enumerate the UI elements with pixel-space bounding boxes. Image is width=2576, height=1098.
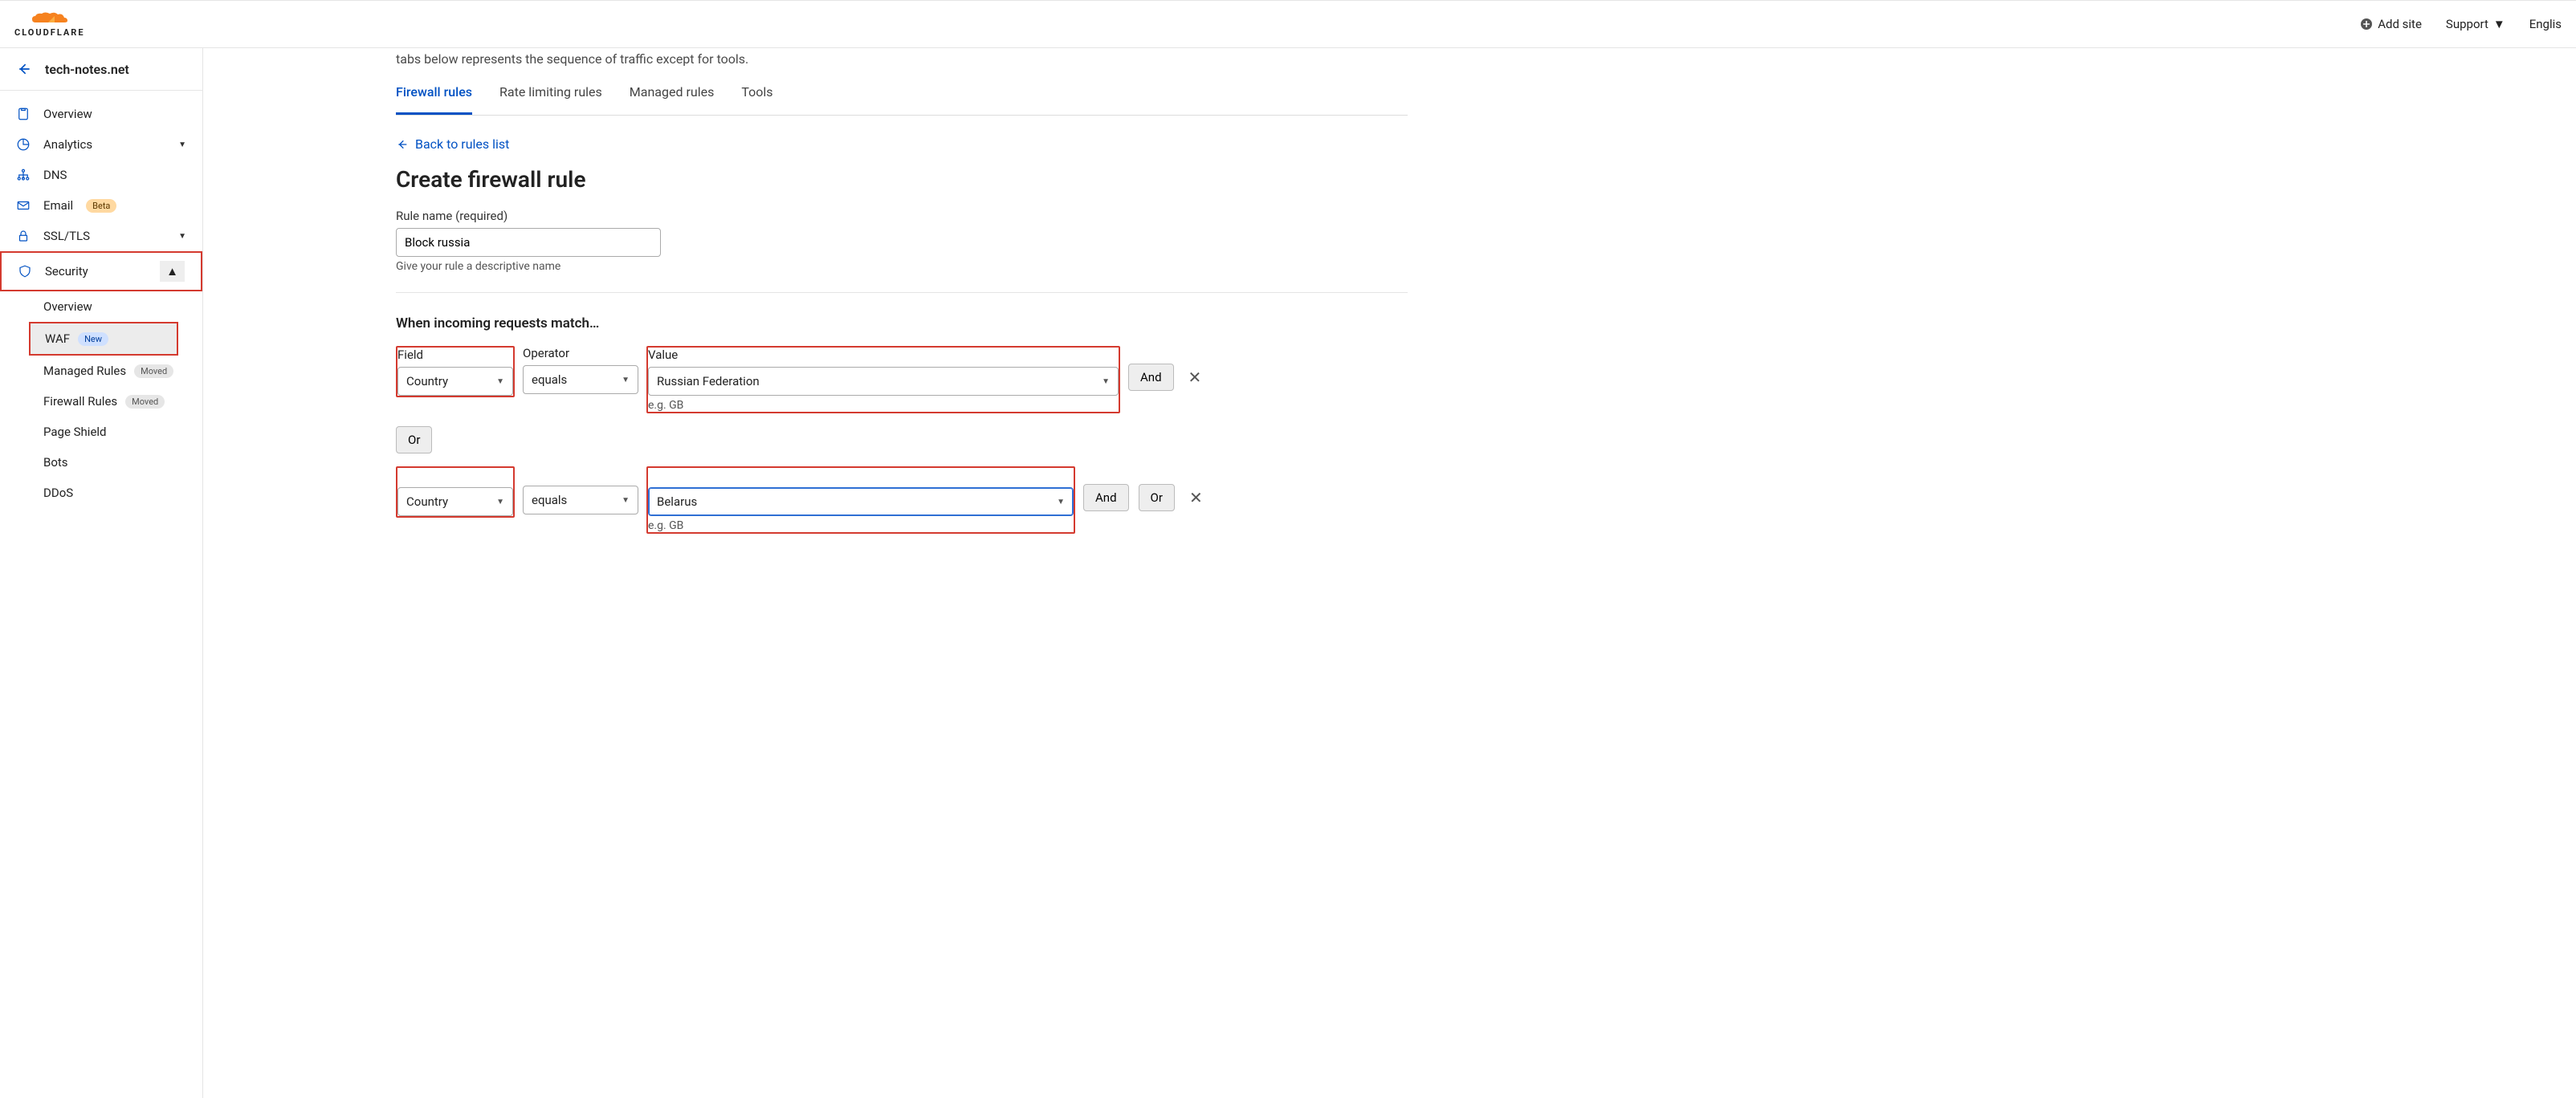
sidebar-item-label: Security bbox=[45, 264, 88, 279]
subnav-managed-rules[interactable]: Managed Rules Moved bbox=[29, 356, 202, 386]
operator-select[interactable]: equals▼ bbox=[523, 486, 638, 514]
support-link[interactable]: Support ▼ bbox=[2446, 17, 2505, 31]
caret-down-icon: ▼ bbox=[496, 498, 504, 506]
security-subnav: Overview WAF New Managed Rules Moved Fir… bbox=[0, 291, 202, 508]
value-column-label: Value bbox=[648, 348, 1119, 364]
chevron-up-icon: ▲ bbox=[160, 261, 185, 282]
or-button[interactable]: Or bbox=[1139, 484, 1175, 511]
sidebar-item-label: DNS bbox=[43, 168, 67, 182]
condition-row: Country▼ equals▼ Belarus▼ e.g. GB bbox=[396, 466, 1408, 534]
cloud-icon bbox=[31, 11, 69, 26]
sidebar-item-analytics[interactable]: Analytics ▼ bbox=[0, 129, 202, 160]
caret-down-icon: ▼ bbox=[1102, 377, 1110, 386]
value-select[interactable]: Russian Federation▼ bbox=[648, 367, 1119, 396]
arrow-left-icon bbox=[396, 138, 409, 151]
field-column-label: Field bbox=[397, 348, 513, 364]
chevron-down-icon: ▼ bbox=[178, 232, 186, 241]
page-title: Create firewall rule bbox=[396, 166, 1408, 193]
field-select[interactable]: Country▼ bbox=[397, 487, 513, 516]
rule-name-hint: Give your rule a descriptive name bbox=[396, 260, 1408, 273]
caret-down-icon: ▼ bbox=[622, 496, 630, 505]
sidebar-item-label: Overview bbox=[43, 107, 92, 121]
topbar: CLOUDFLARE Add site Support ▼ Englis bbox=[0, 0, 2576, 48]
brand-logo[interactable]: CLOUDFLARE bbox=[14, 11, 85, 38]
sidebar-nav: Overview Analytics ▼ DNS Email Beta SSL/… bbox=[0, 91, 202, 508]
subnav-waf[interactable]: WAF New bbox=[29, 322, 178, 356]
subnav-bots[interactable]: Bots bbox=[29, 447, 202, 478]
waf-tabs: Firewall rules Rate limiting rules Manag… bbox=[396, 84, 1408, 116]
caret-down-icon: ▼ bbox=[2493, 17, 2505, 31]
divider bbox=[396, 292, 1408, 293]
subnav-page-shield[interactable]: Page Shield bbox=[29, 417, 202, 447]
condition-row: Field Country▼ Operator equals▼ Value Ru… bbox=[396, 346, 1408, 413]
value-hint: e.g. GB bbox=[648, 399, 1119, 412]
sidebar: tech-notes.net Overview Analytics ▼ DNS … bbox=[0, 48, 203, 1098]
sidebar-item-label: Email bbox=[43, 198, 73, 213]
pie-chart-icon bbox=[16, 137, 31, 152]
main-content: tabs below represents the sequence of tr… bbox=[203, 48, 1408, 1098]
field-select[interactable]: Country▼ bbox=[397, 367, 513, 396]
site-name: tech-notes.net bbox=[45, 62, 129, 77]
sidebar-item-label: Analytics bbox=[43, 137, 92, 152]
moved-badge: Moved bbox=[134, 364, 173, 378]
sidebar-item-ssl[interactable]: SSL/TLS ▼ bbox=[0, 221, 202, 251]
remove-condition-button[interactable]: ✕ bbox=[1184, 364, 1207, 390]
chevron-down-icon: ▼ bbox=[178, 140, 186, 149]
or-button[interactable]: Or bbox=[396, 426, 432, 453]
value-select[interactable]: Belarus▼ bbox=[648, 487, 1074, 516]
and-button[interactable]: And bbox=[1083, 484, 1129, 511]
beta-badge: Beta bbox=[86, 199, 116, 213]
value-hint: e.g. GB bbox=[648, 519, 1074, 532]
sidebar-item-overview[interactable]: Overview bbox=[0, 99, 202, 129]
rule-name-input[interactable] bbox=[396, 228, 661, 257]
subnav-ddos[interactable]: DDoS bbox=[29, 478, 202, 508]
sidebar-item-dns[interactable]: DNS bbox=[0, 160, 202, 190]
back-to-rules-link[interactable]: Back to rules list bbox=[396, 136, 509, 152]
caret-down-icon: ▼ bbox=[496, 377, 504, 386]
brand-text: CLOUDFLARE bbox=[14, 27, 85, 38]
subnav-overview[interactable]: Overview bbox=[29, 291, 202, 322]
sidebar-item-label: SSL/TLS bbox=[43, 229, 90, 243]
match-heading: When incoming requests match… bbox=[396, 315, 1408, 331]
tab-firewall-rules[interactable]: Firewall rules bbox=[396, 84, 472, 115]
network-icon bbox=[16, 168, 31, 182]
and-button[interactable]: And bbox=[1128, 364, 1174, 391]
shield-icon bbox=[18, 264, 32, 279]
new-badge: New bbox=[78, 332, 108, 346]
operator-select[interactable]: equals▼ bbox=[523, 365, 638, 394]
caret-down-icon: ▼ bbox=[1057, 498, 1065, 506]
sidebar-item-email[interactable]: Email Beta bbox=[0, 190, 202, 221]
remove-condition-button[interactable]: ✕ bbox=[1184, 485, 1208, 510]
operator-column-label: Operator bbox=[523, 346, 638, 362]
add-site-link[interactable]: Add site bbox=[2360, 17, 2422, 31]
moved-badge: Moved bbox=[125, 395, 165, 409]
rule-name-label: Rule name (required) bbox=[396, 209, 1408, 223]
partial-description: tabs below represents the sequence of tr… bbox=[396, 48, 1408, 67]
back-arrow-icon bbox=[16, 61, 32, 77]
language-link[interactable]: Englis bbox=[2529, 17, 2562, 31]
tab-tools[interactable]: Tools bbox=[741, 84, 772, 115]
subnav-firewall-rules[interactable]: Firewall Rules Moved bbox=[29, 386, 202, 417]
caret-down-icon: ▼ bbox=[622, 376, 630, 384]
lock-icon bbox=[16, 229, 31, 243]
clipboard-icon bbox=[16, 107, 31, 121]
site-selector[interactable]: tech-notes.net bbox=[0, 48, 202, 91]
plus-circle-icon bbox=[2360, 18, 2373, 31]
tab-rate-limiting[interactable]: Rate limiting rules bbox=[499, 84, 602, 115]
mail-icon bbox=[16, 198, 31, 213]
tab-managed-rules[interactable]: Managed rules bbox=[630, 84, 715, 115]
sidebar-item-security[interactable]: Security ▲ bbox=[0, 251, 202, 291]
